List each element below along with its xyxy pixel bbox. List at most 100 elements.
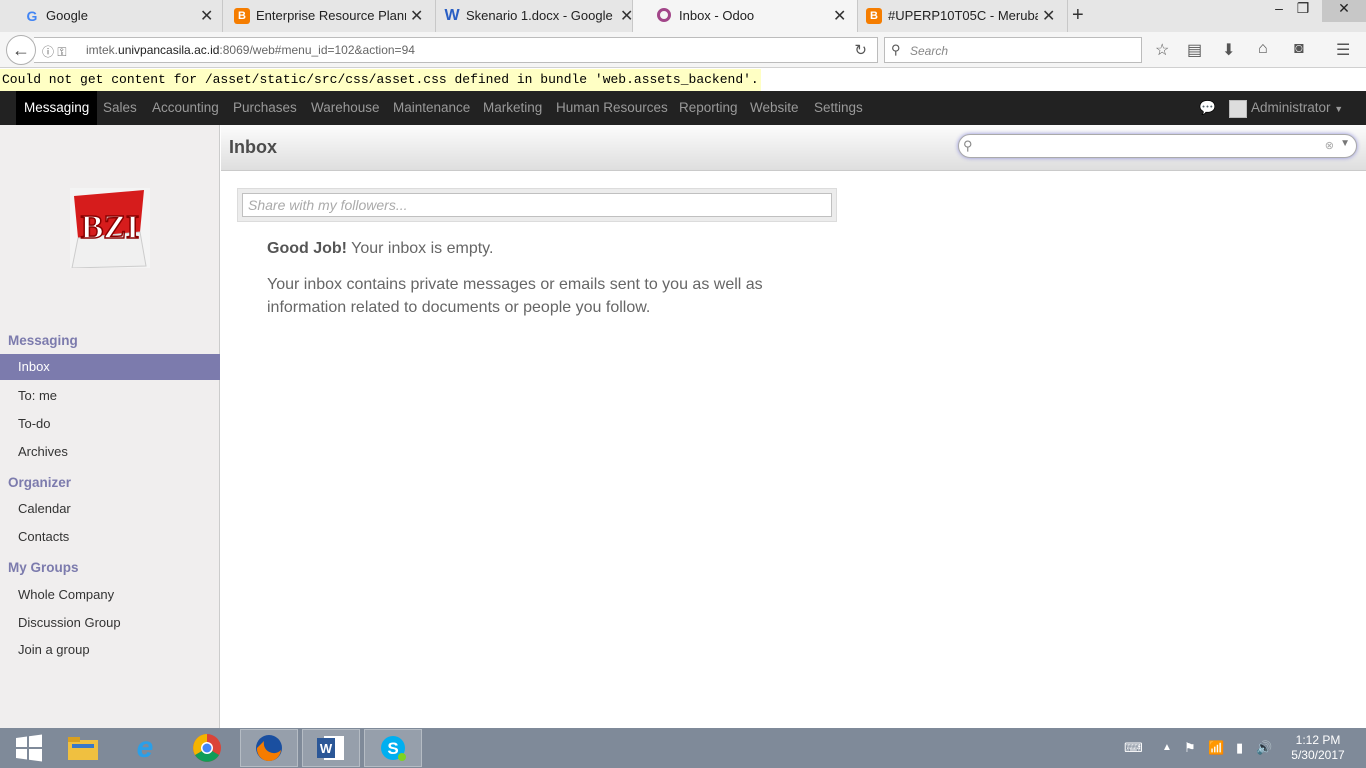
user-name: Administrator xyxy=(1251,100,1331,115)
sidebar: BZI Messaging Inbox To: me To-do Archive… xyxy=(0,125,220,728)
sidebar-item-inbox[interactable]: Inbox xyxy=(0,354,220,380)
folder-icon xyxy=(68,737,98,760)
network-icon[interactable]: 📶 xyxy=(1208,740,1224,756)
clock-date: 5/30/2017 xyxy=(1291,748,1345,762)
windows-icon xyxy=(16,734,42,762)
avatar xyxy=(1229,100,1247,118)
tab-uperp[interactable]: B #UPERP10T05C - Merubah C ✕ xyxy=(842,0,1068,32)
sidebar-item-calendar[interactable]: Calendar xyxy=(0,496,220,522)
browser-search-input[interactable]: ⚲ Search xyxy=(884,37,1142,63)
battery-icon[interactable]: ▮ xyxy=(1236,740,1243,756)
menu-reporting[interactable]: Reporting xyxy=(671,91,746,125)
chat-icon[interactable]: 💬 xyxy=(1199,91,1216,125)
sidebar-item-archives[interactable]: Archives xyxy=(0,439,220,465)
menu-marketing[interactable]: Marketing xyxy=(475,91,550,125)
reading-list-icon[interactable]: ▤ xyxy=(1187,40,1202,60)
maximize-button[interactable]: ❐ xyxy=(1288,0,1318,22)
bookmark-star-icon[interactable]: ☆ xyxy=(1155,40,1169,60)
pocket-icon[interactable]: ◙ xyxy=(1294,40,1304,58)
close-icon[interactable]: ✕ xyxy=(1042,6,1055,26)
search-input[interactable]: ⚲ ⊗ ▼ xyxy=(958,134,1357,158)
menu-sales[interactable]: Sales xyxy=(95,91,145,125)
google-icon: G xyxy=(26,8,38,24)
firefox-button[interactable] xyxy=(240,729,298,767)
skype-icon: S xyxy=(381,736,406,761)
home-icon[interactable]: ⌂ xyxy=(1258,40,1268,58)
search-icon: ⚲ xyxy=(891,42,901,57)
firefox-icon xyxy=(256,735,282,762)
start-button[interactable] xyxy=(0,729,58,767)
tab-label: Google xyxy=(46,8,88,23)
tab-inbox-odoo[interactable]: Inbox - Odoo ✕ xyxy=(632,0,858,32)
view-header: Inbox ⚲ ⊗ ▼ xyxy=(221,125,1366,171)
menu-purchases[interactable]: Purchases xyxy=(225,91,305,125)
tab-label: Inbox - Odoo xyxy=(679,8,755,23)
volume-icon[interactable]: 🔊 xyxy=(1256,740,1272,756)
search-icon: ⚲ xyxy=(963,138,973,153)
menu-settings[interactable]: Settings xyxy=(806,91,871,125)
sidebar-item-contacts[interactable]: Contacts xyxy=(0,524,220,550)
tab-label: #UPERP10T05C - Merubah C xyxy=(888,8,1038,23)
menu-accounting[interactable]: Accounting xyxy=(144,91,227,125)
menu-warehouse[interactable]: Warehouse xyxy=(303,91,388,125)
windows-taskbar: e W S ⌨ ▲ ⚑ 📶 ▮ 🔊 1:12 PM 5/30/2017 xyxy=(0,728,1366,768)
sidebar-item-to-me[interactable]: To: me xyxy=(0,383,220,409)
back-button[interactable]: ← xyxy=(6,35,36,65)
sidebar-item-whole-company[interactable]: Whole Company xyxy=(0,582,220,608)
menu-messaging[interactable]: Messaging xyxy=(16,91,98,125)
section-title-my-groups: My Groups xyxy=(8,560,79,575)
action-center-flag-icon[interactable]: ⚑ xyxy=(1184,740,1196,756)
url-bar[interactable]: ⓘ ⚿ imtek.univpancasila.ac.id:8069/web#m… xyxy=(34,37,878,63)
skype-button[interactable]: S xyxy=(364,729,422,767)
chevron-down-icon[interactable]: ▼ xyxy=(1340,138,1350,149)
asset-error-message: Could not get content for /asset/static/… xyxy=(0,69,761,91)
menu-website[interactable]: Website xyxy=(742,91,807,125)
file-explorer-button[interactable] xyxy=(54,729,112,767)
blogger-icon: B xyxy=(866,8,882,24)
section-title-messaging: Messaging xyxy=(8,333,78,348)
reload-icon[interactable]: ↻ xyxy=(854,41,867,59)
svg-text:BZI: BZI xyxy=(81,209,140,246)
good-job-text: Good Job! xyxy=(267,240,347,257)
clock[interactable]: 1:12 PM 5/30/2017 xyxy=(1286,733,1350,763)
window-close-button[interactable]: ✕ xyxy=(1322,0,1366,22)
odoo-icon xyxy=(657,8,671,22)
clear-icon[interactable]: ⊗ xyxy=(1325,139,1334,152)
share-input[interactable] xyxy=(242,193,832,217)
page-title: Inbox xyxy=(229,137,277,157)
word-icon: W xyxy=(444,7,460,24)
new-tab-button[interactable]: + xyxy=(1072,4,1084,27)
empty-text: Your inbox is empty. xyxy=(346,240,494,257)
url-text[interactable]: imtek.univpancasila.ac.id:8069/web#menu_… xyxy=(86,43,415,57)
internet-explorer-button[interactable]: e xyxy=(116,729,174,767)
svg-text:S: S xyxy=(387,739,398,758)
info-icon[interactable]: ⓘ ⚿ xyxy=(42,43,66,60)
chrome-button[interactable] xyxy=(178,729,236,767)
keyboard-icon[interactable]: ⌨ xyxy=(1124,740,1143,756)
url-domain: univpancasila.ac.id xyxy=(118,43,220,57)
sidebar-item-to-do[interactable]: To-do xyxy=(0,411,220,437)
search-placeholder: Search xyxy=(910,44,949,58)
odoo-top-menu: Messaging Sales Accounting Purchases War… xyxy=(0,91,1366,125)
show-hidden-icons-icon[interactable]: ▲ xyxy=(1162,742,1172,753)
empty-inbox-message: Good Job! Your inbox is empty. xyxy=(267,240,493,258)
composer xyxy=(237,188,837,222)
url-prefix: imtek. xyxy=(86,43,119,57)
tab-skenario[interactable]: W Skenario 1.docx - Google Drive ✕ xyxy=(420,0,646,32)
url-rest: :8069/web#menu_id=102&action=94 xyxy=(219,43,415,57)
menu-icon[interactable]: ☰ xyxy=(1336,40,1350,60)
tab-google[interactable]: G Google ✕ xyxy=(0,0,223,32)
ie-icon: e xyxy=(136,731,154,764)
download-icon[interactable]: ⬇ xyxy=(1222,40,1235,60)
menu-maintenance[interactable]: Maintenance xyxy=(385,91,478,125)
tab-label: Enterprise Resource Planning xyxy=(256,8,406,23)
sidebar-item-join-a-group[interactable]: Join a group xyxy=(0,637,220,663)
tab-erp[interactable]: B Enterprise Resource Planning ✕ xyxy=(210,0,436,32)
user-menu[interactable]: Administrator ▼ xyxy=(1251,91,1343,125)
word-icon: W xyxy=(317,736,344,760)
menu-human-resources[interactable]: Human Resources xyxy=(548,91,676,125)
sidebar-item-discussion-group[interactable]: Discussion Group xyxy=(0,610,220,636)
caret-down-icon: ▼ xyxy=(1334,104,1344,114)
word-button[interactable]: W xyxy=(302,729,360,767)
section-title-organizer: Organizer xyxy=(8,475,72,490)
